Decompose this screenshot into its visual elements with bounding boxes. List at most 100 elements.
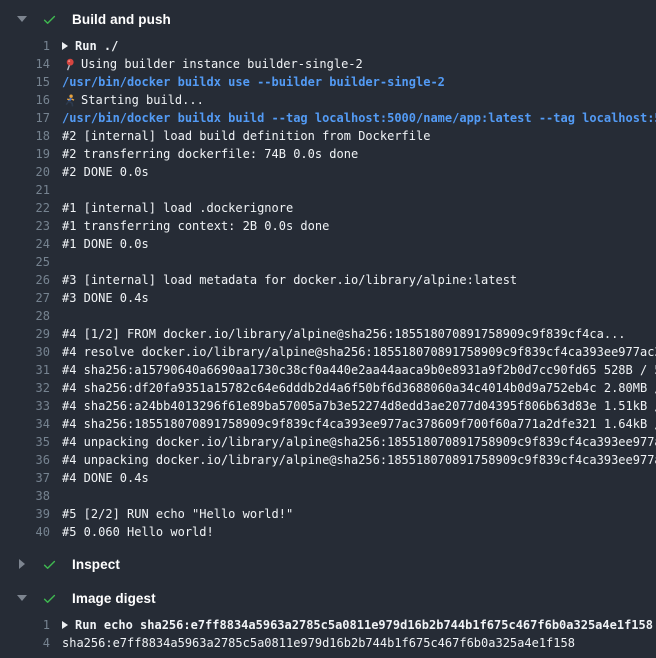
log-block-image-digest: 1 Run echo sha256:e7ff8834a5963a2785c5a08… [0, 611, 656, 652]
line-number[interactable]: 35 [0, 433, 50, 451]
line-number[interactable]: 32 [0, 379, 50, 397]
log-line: 34 #4 sha256:185518070891758909c9f839cf4c… [0, 415, 656, 433]
log-line: 36#4 unpacking docker.io/library/alpine@… [0, 451, 656, 469]
job-log-viewer: Build and push1Run ./14Using builder ins… [0, 0, 656, 658]
log-line: 39 #5 [2/2] RUN echo "Hello world!" [0, 505, 656, 523]
pushpin-emoji [62, 57, 76, 71]
line-number[interactable]: 26 [0, 271, 50, 289]
line-text: #1 [internal] load .dockerignore [62, 199, 293, 217]
log-line: 25 [0, 253, 656, 271]
line-content: Using builder instance builder-single-2 [62, 55, 363, 73]
line-content: #2 DONE 0.0s [62, 163, 149, 181]
log-line: 33 #4 sha256:a24bb4013296f61e89ba57005a7b… [0, 397, 656, 415]
line-number[interactable]: 16 [0, 91, 50, 109]
line-number[interactable]: 17 [0, 109, 50, 127]
line-number[interactable]: 29 [0, 325, 50, 343]
check-success-icon [41, 11, 57, 27]
log-line: 38 [0, 487, 656, 505]
line-content: #4 unpacking docker.io/library/alpine@sh… [62, 433, 656, 451]
line-number[interactable]: 38 [0, 487, 50, 505]
line-text: /usr/bin/docker buildx build --tag local… [62, 109, 656, 127]
section-header-inspect[interactable]: Inspect [0, 551, 656, 577]
line-content: #4 [1/2] FROM docker.io/library/alpine@s… [62, 325, 626, 343]
line-content: #2 transferring dockerfile: 74B 0.0s don… [62, 145, 358, 163]
line-number[interactable]: 14 [0, 55, 50, 73]
line-text: Using builder instance builder-single-2 [81, 55, 363, 73]
log-line: 28 [0, 307, 656, 325]
line-number[interactable]: 23 [0, 217, 50, 235]
log-line: 30 #4 resolve docker.io/library/alpine@sh… [0, 343, 656, 361]
play-expand-icon[interactable] [62, 621, 68, 629]
line-content: sha256:e7ff8834a5963a2785c5a0811e979d16b… [62, 634, 575, 652]
check-success-icon [41, 556, 57, 572]
log-line: 26#3 [internal] load metadata for docker… [0, 271, 656, 289]
log-line: 4 sha256:e7ff8834a5963a2785c5a0811e979d16… [0, 634, 656, 652]
line-content: Starting build... [62, 91, 204, 109]
line-text: #4 DONE 0.4s [62, 469, 149, 487]
check-success-icon [41, 590, 57, 606]
line-text: Run echo sha256:e7ff8834a5963a2785c5a081… [75, 616, 653, 634]
line-number[interactable]: 34 [0, 415, 50, 433]
line-number[interactable]: 4 [0, 634, 50, 652]
log-line: 31 #4 sha256:a15790640a6690aa1730c38cf0a4… [0, 361, 656, 379]
line-content: #3 DONE 0.4s [62, 289, 149, 307]
section-header-image-digest[interactable]: Image digest [0, 585, 656, 611]
line-content[interactable]: Run ./ [62, 37, 118, 55]
play-expand-icon[interactable] [62, 42, 68, 50]
line-content: #1 transferring context: 2B 0.0s done [62, 217, 329, 235]
line-number[interactable]: 37 [0, 469, 50, 487]
line-text: #4 resolve docker.io/library/alpine@sha2… [62, 343, 656, 361]
line-text: #4 unpacking docker.io/library/alpine@sh… [62, 433, 656, 451]
line-number[interactable]: 20 [0, 163, 50, 181]
line-text: #4 sha256:a15790640a6690aa1730c38cf0a440… [62, 361, 656, 379]
line-content: #4 sha256:a15790640a6690aa1730c38cf0a440… [62, 361, 656, 379]
line-number[interactable]: 31 [0, 361, 50, 379]
log-line: 35 #4 unpacking docker.io/library/alpine@… [0, 433, 656, 451]
section-title: Image digest [72, 591, 156, 606]
line-content: #2 [internal] load build definition from… [62, 127, 430, 145]
section-title: Inspect [72, 557, 120, 572]
line-content[interactable]: Run echo sha256:e7ff8834a5963a2785c5a081… [62, 616, 653, 634]
line-number[interactable]: 33 [0, 397, 50, 415]
section-title: Build and push [72, 12, 171, 27]
log-line: 18 #2 [internal] load build definition fr… [0, 127, 656, 145]
line-number[interactable]: 28 [0, 307, 50, 325]
line-text: #2 DONE 0.0s [62, 163, 149, 181]
log-line: 19 #2 transferring dockerfile: 74B 0.0s d… [0, 145, 656, 163]
line-content: #4 DONE 0.4s [62, 469, 149, 487]
log-line: 17/usr/bin/docker buildx build --tag loc… [0, 109, 656, 127]
line-text: #4 sha256:185518070891758909c9f839cf4ca3… [62, 415, 656, 433]
line-number[interactable]: 36 [0, 451, 50, 469]
line-number[interactable]: 39 [0, 505, 50, 523]
line-number[interactable]: 22 [0, 199, 50, 217]
line-number[interactable]: 25 [0, 253, 50, 271]
line-number[interactable]: 24 [0, 235, 50, 253]
log-line: 16 Starting build... [0, 91, 656, 109]
line-number[interactable]: 19 [0, 145, 50, 163]
line-number[interactable]: 21 [0, 181, 50, 199]
line-text: #2 [internal] load build definition from… [62, 127, 430, 145]
line-content: #4 sha256:df20fa9351a15782c64e6dddb2d4a6… [62, 379, 656, 397]
line-text: Starting build... [81, 91, 204, 109]
log-line: 24 #1 DONE 0.0s [0, 235, 656, 253]
line-number[interactable]: 1 [0, 37, 50, 55]
line-number[interactable]: 40 [0, 523, 50, 541]
line-content: #5 [2/2] RUN echo "Hello world!" [62, 505, 293, 523]
line-text: #1 DONE 0.0s [62, 235, 149, 253]
line-text: #4 sha256:df20fa9351a15782c64e6dddb2d4a6… [62, 379, 656, 397]
chevron-right-icon [16, 559, 28, 569]
log-line: 14 Using builder instance builder-single-… [0, 55, 656, 73]
line-text: Run ./ [75, 37, 118, 55]
line-content: #4 sha256:a24bb4013296f61e89ba57005a7b3e… [62, 397, 656, 415]
line-number[interactable]: 27 [0, 289, 50, 307]
section-header-build-and-push[interactable]: Build and push [0, 6, 656, 32]
line-content: /usr/bin/docker buildx use --builder bui… [62, 73, 445, 91]
runner-emoji [62, 93, 76, 107]
line-content: #1 DONE 0.0s [62, 235, 149, 253]
line-number[interactable]: 1 [0, 616, 50, 634]
line-text: #4 [1/2] FROM docker.io/library/alpine@s… [62, 325, 626, 343]
line-text: #5 [2/2] RUN echo "Hello world!" [62, 505, 293, 523]
line-number[interactable]: 15 [0, 73, 50, 91]
line-number[interactable]: 18 [0, 127, 50, 145]
line-number[interactable]: 30 [0, 343, 50, 361]
